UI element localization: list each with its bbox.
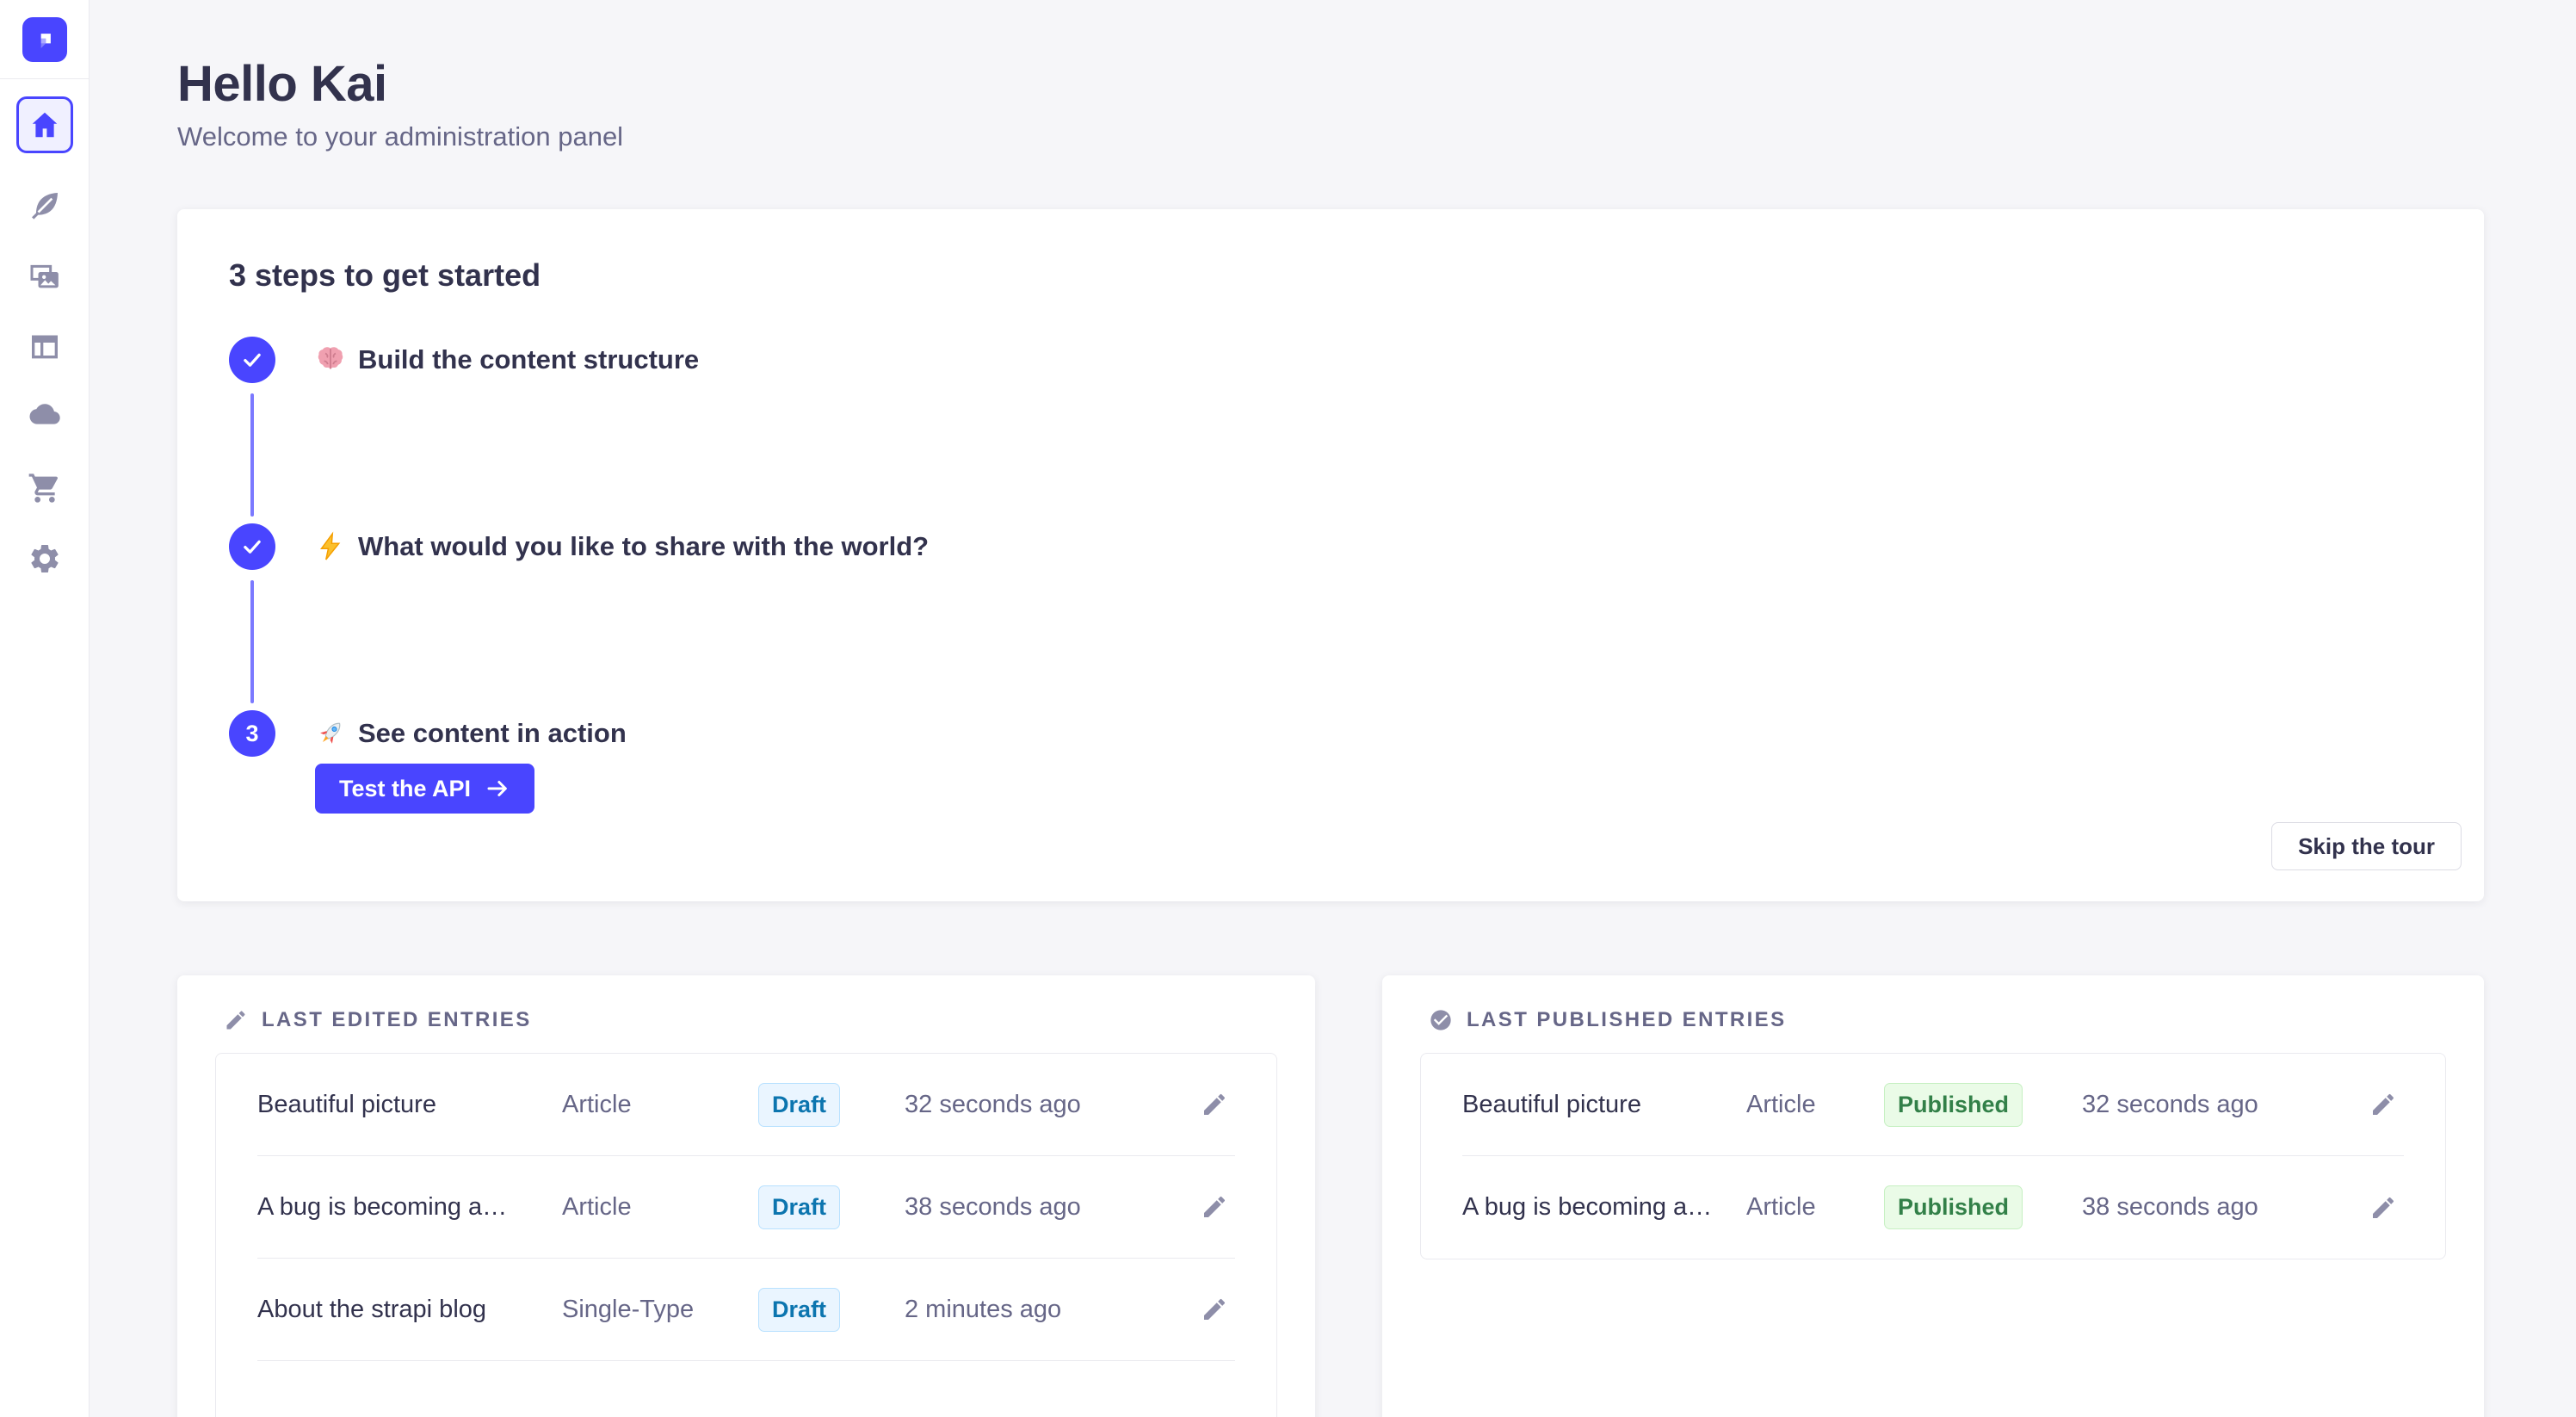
entry-title: A bug is becoming a… — [257, 1193, 562, 1222]
guided-tour-card: 3 steps to get started Build the co — [177, 209, 2484, 901]
last-published-title: LAST PUBLISHED ENTRIES — [1467, 1008, 1787, 1032]
entry-time: 32 seconds ago — [2082, 1091, 2363, 1119]
sidebar-nav — [16, 96, 73, 577]
last-published-table: Beautiful picture Article Published 32 s… — [1420, 1053, 2446, 1259]
last-published-entries-panel: LAST PUBLISHED ENTRIES Beautiful picture… — [1382, 975, 2484, 1417]
step-number-circle: 3 — [229, 710, 275, 757]
edit-entry-button[interactable] — [2363, 1084, 2404, 1125]
entry-time: 32 seconds ago — [905, 1091, 1194, 1119]
cart-icon — [28, 471, 62, 505]
rocket-emoji-icon — [315, 718, 346, 749]
entry-type: Article — [1746, 1193, 1884, 1222]
table-row: Beautiful picture Article Draft 32 secon… — [257, 1054, 1235, 1156]
status-badge: Published — [1884, 1185, 2023, 1229]
tour-step-see-content-in-action: 3 See conte — [229, 710, 2432, 814]
edit-entry-button[interactable] — [1194, 1186, 1235, 1228]
sidebar-item-settings[interactable] — [27, 541, 63, 577]
last-edited-header: LAST EDITED ENTRIES — [215, 1005, 1277, 1036]
step-label: What would you like to share with the wo… — [315, 523, 2432, 570]
strapi-logo-icon — [32, 27, 58, 53]
entry-time: 38 seconds ago — [905, 1193, 1194, 1222]
main-content: Hello Kai Welcome to your administration… — [90, 0, 2576, 1417]
page-title: Hello Kai — [177, 55, 2484, 113]
test-api-button[interactable]: Test the API — [315, 764, 534, 814]
home-icon — [28, 108, 61, 141]
entry-title: A bug is becoming a… — [1462, 1193, 1746, 1222]
strapi-admin-app: Hello Kai Welcome to your administration… — [0, 0, 2576, 1417]
status-badge: Draft — [758, 1288, 840, 1332]
page-header: Hello Kai Welcome to your administration… — [177, 55, 2484, 152]
guided-tour-title: 3 steps to get started — [229, 257, 2432, 294]
cloud-icon — [28, 400, 62, 435]
last-edited-title: LAST EDITED ENTRIES — [262, 1008, 532, 1032]
table-row: About the strapi blog Single-Type Draft … — [257, 1259, 1235, 1361]
guided-tour-steps: Build the content structure What would — [229, 337, 2432, 814]
strapi-logo[interactable] — [22, 17, 67, 62]
pencil-icon — [2369, 1091, 2397, 1118]
skip-tour-button[interactable]: Skip the tour — [2271, 822, 2462, 870]
entry-type: Article — [1746, 1091, 1884, 1119]
entry-title: About the strapi blog — [257, 1296, 562, 1324]
step-text: Build the content structure — [358, 344, 699, 375]
step-label: See content in action — [315, 710, 2432, 757]
step-done-check-icon — [229, 337, 275, 383]
last-published-header: LAST PUBLISHED ENTRIES — [1420, 1005, 2446, 1036]
table-row: A bug is becoming a… Article Published 3… — [1462, 1156, 2404, 1259]
sidebar-logo-area — [0, 0, 89, 79]
edit-entry-button[interactable] — [2363, 1187, 2404, 1228]
gear-icon — [28, 541, 62, 576]
step-label: Build the content structure — [315, 337, 2432, 383]
entry-type: Article — [562, 1193, 758, 1222]
feather-icon — [28, 189, 62, 223]
sidebar-item-content-type-builder[interactable] — [27, 329, 63, 365]
sidebar-item-content-manager[interactable] — [27, 188, 63, 224]
status-badge: Draft — [758, 1185, 840, 1229]
pencil-icon — [1201, 1091, 1228, 1118]
entry-title: Beautiful picture — [1462, 1091, 1746, 1119]
entry-time: 38 seconds ago — [2082, 1193, 2363, 1222]
layout-icon — [28, 330, 62, 364]
tour-step-build-content-structure: Build the content structure — [229, 337, 2432, 383]
test-api-label: Test the API — [339, 776, 471, 802]
table-row: A bug is becoming a… Article Draft 38 se… — [257, 1156, 1235, 1259]
last-edited-entries-panel: LAST EDITED ENTRIES Beautiful picture Ar… — [177, 975, 1315, 1417]
sidebar — [0, 0, 90, 1417]
entries-panels: LAST EDITED ENTRIES Beautiful picture Ar… — [177, 975, 2484, 1417]
pencil-icon — [1201, 1296, 1228, 1323]
sidebar-item-media-library[interactable] — [27, 258, 63, 294]
media-library-icon — [28, 259, 62, 294]
sidebar-item-cloud[interactable] — [27, 399, 63, 436]
page-subtitle: Welcome to your administration panel — [177, 121, 2484, 152]
edit-entry-button[interactable] — [1194, 1289, 1235, 1330]
step-done-check-icon — [229, 523, 275, 570]
last-edited-table: Beautiful picture Article Draft 32 secon… — [215, 1053, 1277, 1417]
status-badge: Published — [1884, 1083, 2023, 1127]
check-circle-icon — [1429, 1008, 1453, 1032]
sidebar-item-marketplace[interactable] — [27, 470, 63, 506]
arrow-right-icon — [485, 776, 510, 801]
sidebar-item-home[interactable] — [16, 96, 73, 153]
entry-type: Article — [562, 1091, 758, 1119]
tour-step-share-with-world: What would you like to share with the wo… — [229, 523, 2432, 570]
entry-title: Beautiful picture — [257, 1091, 562, 1119]
status-badge: Draft — [758, 1083, 840, 1127]
brain-emoji-icon — [315, 344, 346, 375]
pencil-icon — [2369, 1194, 2397, 1222]
entry-type: Single-Type — [562, 1296, 758, 1324]
pencil-icon — [224, 1008, 248, 1032]
table-row: Beautiful picture Article Published 32 s… — [1462, 1054, 2404, 1156]
entry-time: 2 minutes ago — [905, 1296, 1194, 1324]
step-text: See content in action — [358, 718, 627, 749]
step-text: What would you like to share with the wo… — [358, 531, 929, 562]
pencil-icon — [1201, 1193, 1228, 1221]
edit-entry-button[interactable] — [1194, 1084, 1235, 1125]
lightning-emoji-icon — [315, 531, 346, 562]
